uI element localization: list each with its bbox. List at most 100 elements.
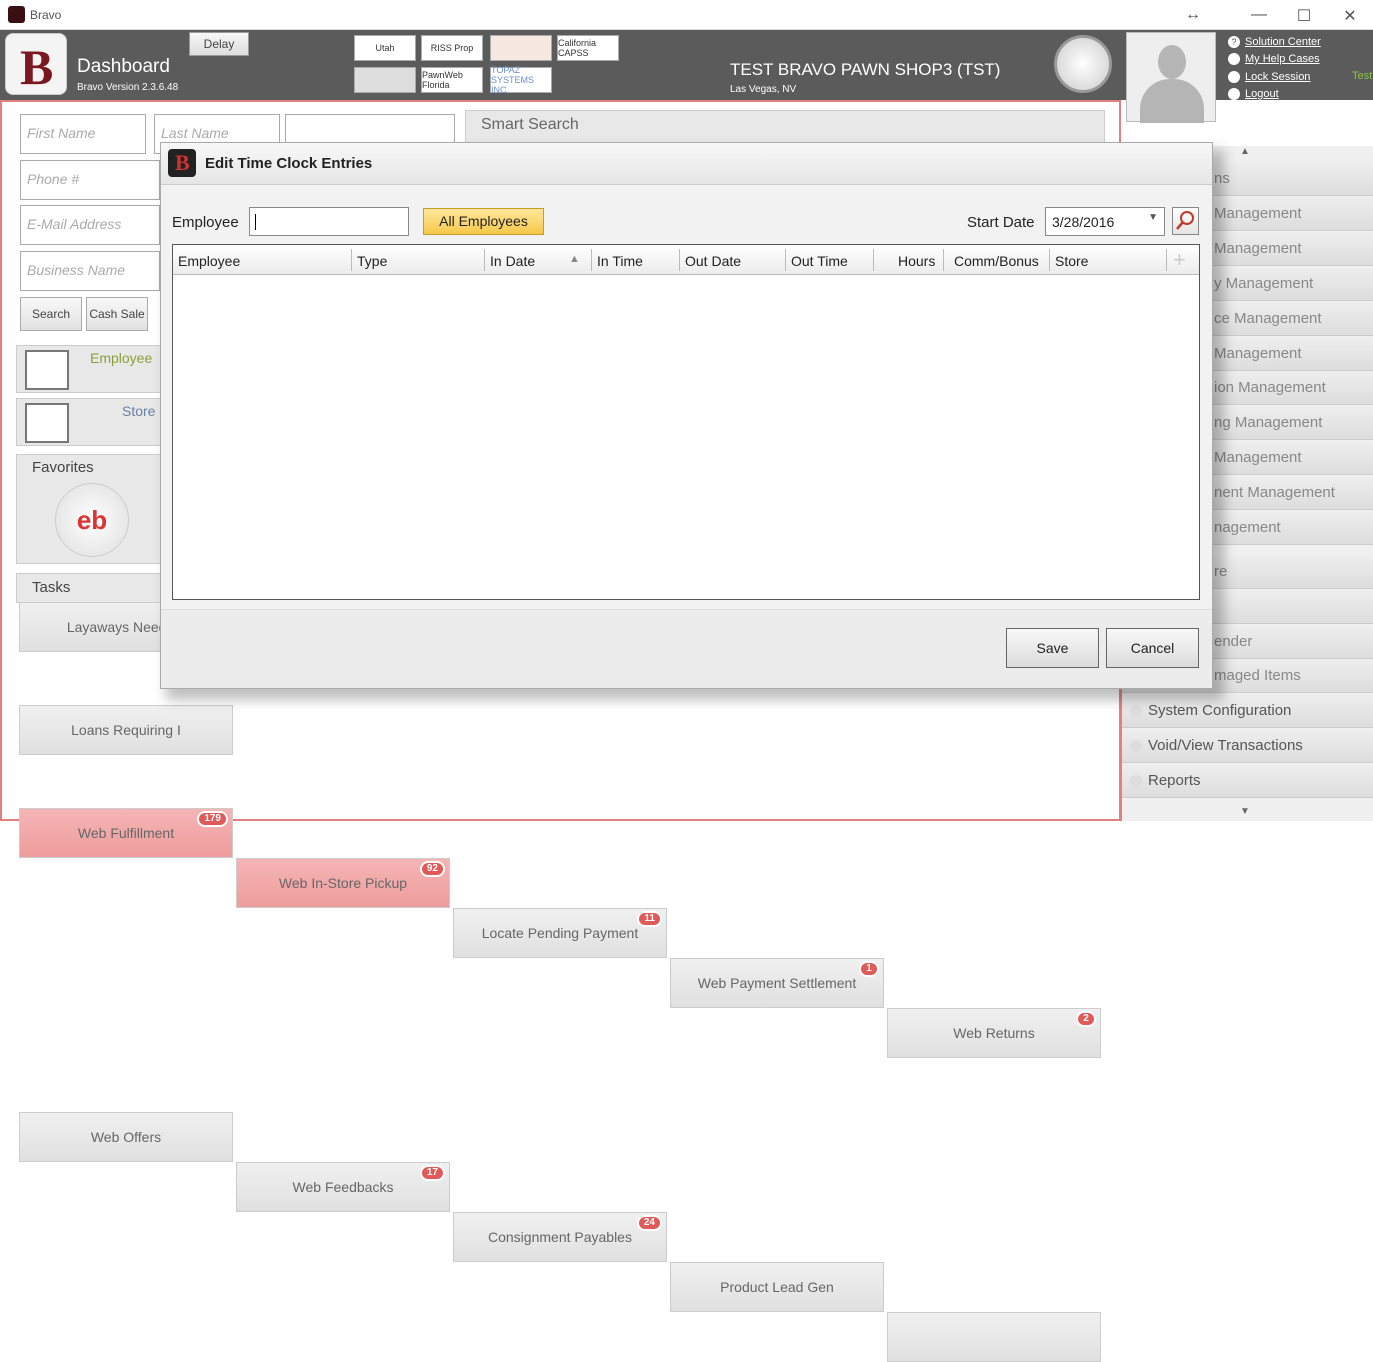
chart-icon: [25, 350, 69, 390]
avatar[interactable]: [1126, 32, 1216, 123]
ebay-icon[interactable]: eb: [55, 483, 129, 557]
column-in-date[interactable]: In Date: [490, 253, 535, 269]
count-badge: 1: [859, 961, 879, 977]
store-panel[interactable]: Store: [16, 398, 166, 446]
my-help-cases-link[interactable]: My Help Cases: [1228, 53, 1320, 65]
edit-time-clock-dialog: B Edit Time Clock Entries Employee All E…: [160, 142, 1213, 689]
web-returns-tile[interactable]: Web Returns 2: [887, 1008, 1101, 1058]
california-capss-link[interactable]: California CAPSS: [557, 35, 619, 61]
employee-panel[interactable]: Employee: [16, 345, 166, 393]
lock-icon: [1228, 71, 1240, 83]
web-feedbacks-tile[interactable]: Web Feedbacks 17: [236, 1162, 450, 1212]
shop-name: TEST BRAVO PAWN SHOP3 (TST): [730, 60, 1001, 79]
bravo-logo-icon: B: [168, 149, 196, 177]
grid-header: Employee Type In Date ▲ In Time Out Date…: [173, 245, 1199, 275]
favorites-panel: Favorites eb: [16, 454, 166, 564]
locate-pending-payment-tile[interactable]: Locate Pending Payment 11: [453, 908, 667, 958]
bullet-icon: [1130, 740, 1142, 752]
bullet-icon: [1130, 705, 1142, 717]
business-input[interactable]: Business Name: [20, 251, 160, 291]
web-offers-tile[interactable]: Web Offers: [19, 1112, 233, 1162]
empty-tile[interactable]: [887, 1312, 1101, 1362]
start-date-picker[interactable]: 3/28/2016 ▼: [1045, 207, 1165, 236]
column-type[interactable]: Type: [357, 253, 387, 269]
store-label: Store: [122, 403, 156, 419]
riss-prop-link[interactable]: RISS Prop: [421, 35, 483, 61]
utah-link[interactable]: Utah: [354, 35, 416, 61]
employee-label: Employee: [172, 214, 239, 231]
dialog-titlebar: B Edit Time Clock Entries: [161, 143, 1212, 185]
delay-button[interactable]: Delay: [189, 32, 249, 56]
column-store[interactable]: Store: [1055, 253, 1088, 269]
web-fulfillment-tile[interactable]: Web Fulfillment 179: [19, 808, 233, 858]
search-button[interactable]: [1172, 207, 1199, 235]
count-badge: 179: [197, 811, 228, 827]
search-icon: [1176, 211, 1194, 230]
folder-icon: [1228, 53, 1240, 65]
task-loans-tile[interactable]: Loans Requiring I: [19, 705, 233, 755]
page-title: Dashboard: [77, 56, 170, 77]
window-title: Bravo: [30, 8, 62, 22]
smart-search[interactable]: Smart Search: [465, 110, 1105, 146]
product-lead-gen-tile[interactable]: Product Lead Gen: [670, 1262, 884, 1312]
time-clock-grid: Employee Type In Date ▲ In Time Out Date…: [172, 244, 1200, 600]
column-comm-bonus[interactable]: Comm/Bonus: [954, 253, 1039, 269]
test-tag: Test: [1352, 70, 1373, 82]
column-out-time[interactable]: Out Time: [791, 253, 848, 269]
clock-icon: [1054, 35, 1112, 93]
count-badge: 17: [419, 1165, 445, 1181]
employee-input[interactable]: [249, 207, 409, 236]
count-badge: 2: [1076, 1011, 1096, 1027]
employee-label: Employee: [90, 350, 153, 366]
user-name: VANIAH: [1147, 128, 1191, 142]
sort-ascending-icon: ▲: [569, 253, 580, 265]
maximize-button[interactable]: ☐: [1292, 6, 1316, 26]
clock-small-icon: [1228, 123, 1240, 135]
lock-session-link[interactable]: Lock Session: [1228, 71, 1310, 83]
pawnweb-florida-link[interactable]: PawnWeb Florida: [421, 67, 483, 93]
dropdown-arrow-icon[interactable]: ▼: [1148, 212, 1158, 223]
add-row-icon[interactable]: +: [1173, 247, 1186, 273]
logout-link[interactable]: Logout: [1228, 88, 1279, 100]
tasks-label: Tasks: [32, 579, 71, 596]
web-instore-pickup-tile[interactable]: Web In-Store Pickup 92: [236, 858, 450, 908]
scanner-link[interactable]: [354, 67, 416, 93]
bullet-icon: [1130, 775, 1142, 787]
first-name-input[interactable]: First Name: [20, 114, 146, 154]
window-titlebar: Bravo ↔ — ☐ ✕: [0, 0, 1373, 30]
sidebar-item-reports[interactable]: Reports: [1122, 764, 1373, 798]
phone-input[interactable]: Phone #: [20, 160, 160, 200]
tasks-header: Tasks: [16, 573, 166, 603]
logout-icon: [1228, 88, 1240, 100]
change-password-link[interactable]: Change Password: [1228, 105, 1335, 117]
time-clock-link[interactable]: Time Clock: [1228, 123, 1300, 135]
email-input[interactable]: E-Mail Address: [20, 205, 160, 245]
consignment-payables-tile[interactable]: Consignment Payables 24: [453, 1212, 667, 1262]
minimize-button[interactable]: —: [1247, 6, 1271, 24]
save-button[interactable]: Save: [1006, 628, 1099, 668]
solution-center-link[interactable]: ? Solution Center: [1228, 36, 1321, 48]
dialog-title: Edit Time Clock Entries: [205, 155, 373, 172]
column-out-date[interactable]: Out Date: [685, 253, 741, 269]
scroll-up-icon[interactable]: ▲: [1240, 146, 1250, 157]
all-employees-button[interactable]: All Employees: [423, 208, 544, 235]
column-in-time[interactable]: In Time: [597, 253, 643, 269]
web-payment-settlement-tile[interactable]: Web Payment Settlement 1: [670, 958, 884, 1008]
fingerprint-link[interactable]: [490, 35, 552, 61]
resize-icon[interactable]: ↔: [1181, 6, 1205, 24]
app-logo-icon: [8, 6, 25, 23]
count-badge: 92: [419, 861, 445, 877]
sidebar-item-void-view-transactions[interactable]: Void/View Transactions: [1122, 729, 1373, 763]
scroll-down-icon[interactable]: ▼: [1240, 806, 1250, 817]
column-hours[interactable]: Hours: [898, 253, 935, 269]
topaz-link[interactable]: TOPAZ SYSTEMS INC: [490, 65, 552, 95]
bravo-logo-icon: B: [5, 33, 67, 95]
column-employee[interactable]: Employee: [178, 253, 240, 269]
close-button[interactable]: ✕: [1338, 6, 1362, 26]
search-button[interactable]: Search: [20, 297, 82, 331]
cash-sale-button[interactable]: Cash Sale: [86, 297, 148, 331]
version-label: Bravo Version 2.3.6.48: [77, 82, 179, 93]
cancel-button[interactable]: Cancel: [1106, 628, 1199, 668]
favorites-label: Favorites: [32, 459, 94, 476]
start-date-label: Start Date: [967, 214, 1035, 231]
